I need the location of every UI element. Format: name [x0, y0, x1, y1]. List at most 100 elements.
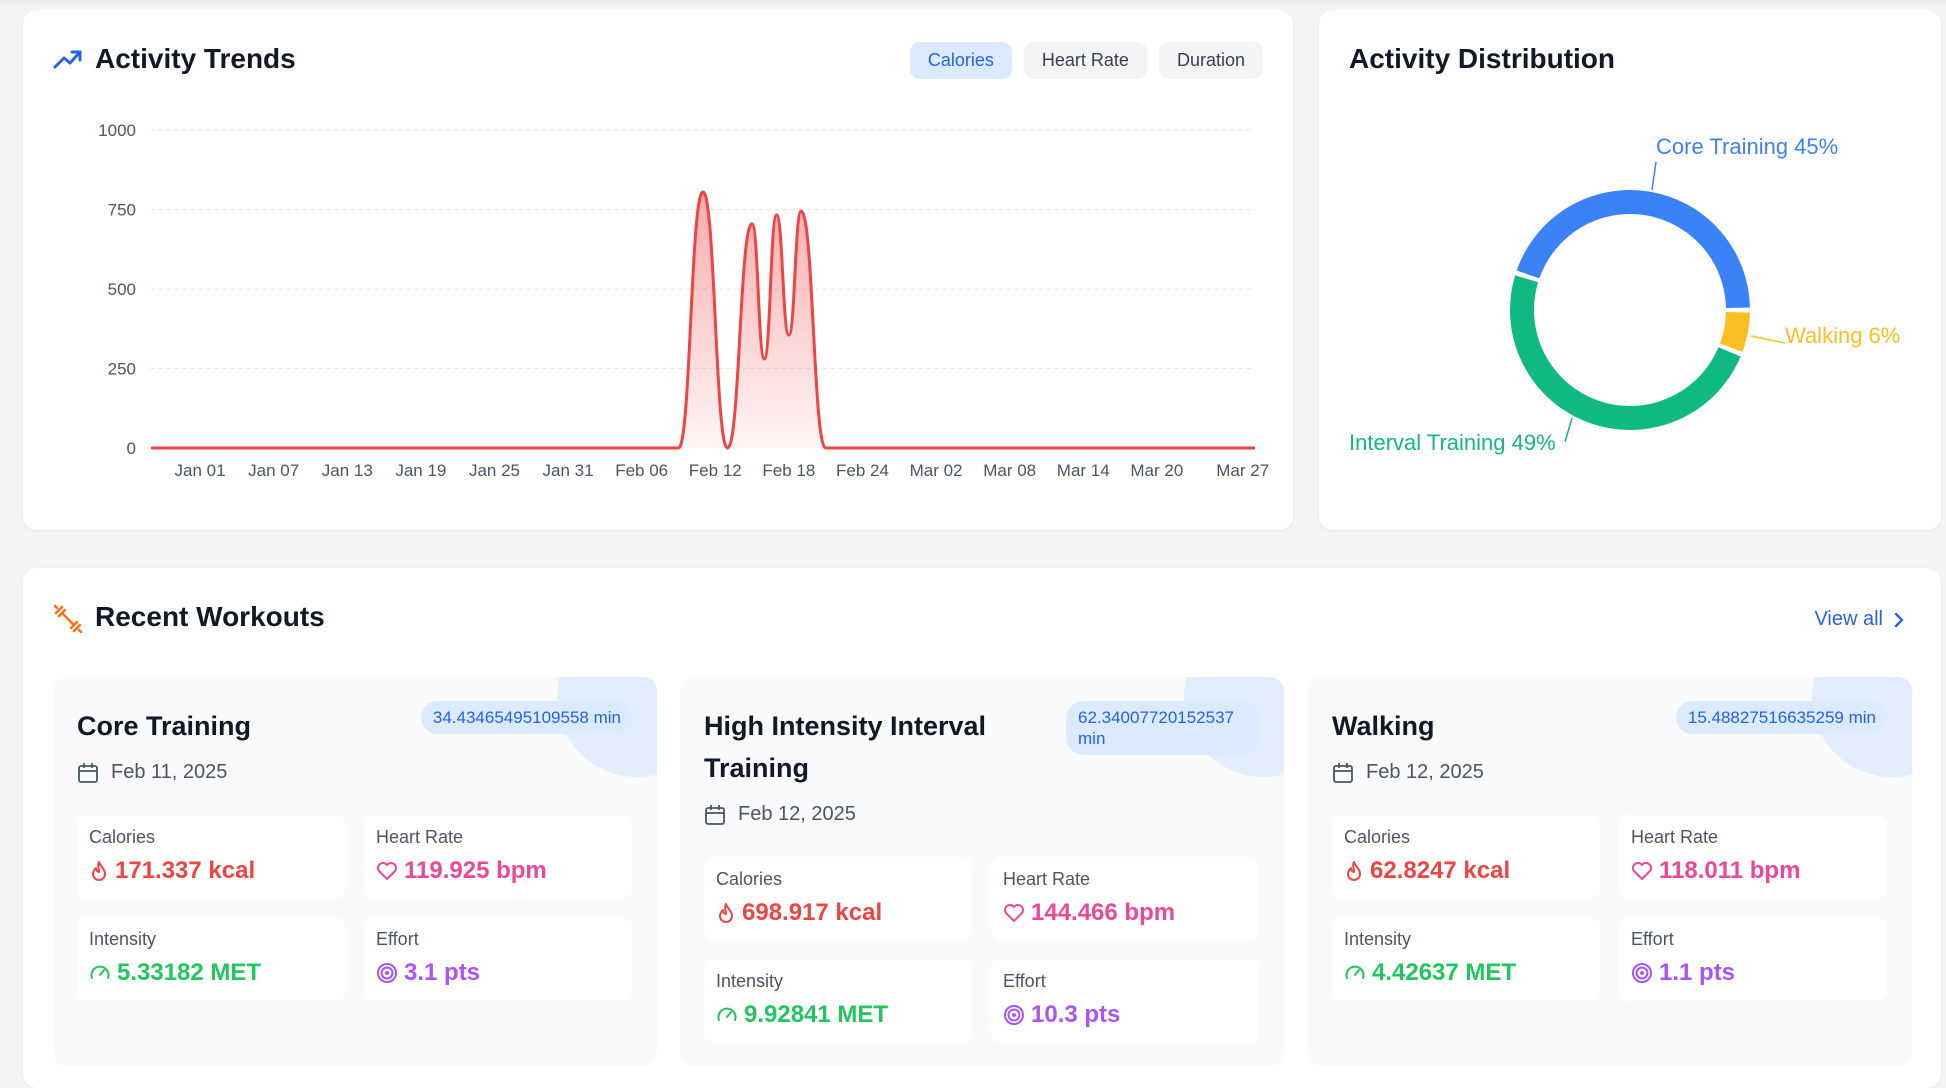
- label-leader-line: [1750, 335, 1786, 344]
- workout-date-text: Feb 12, 2025: [1366, 761, 1484, 783]
- calendar-icon: [1333, 762, 1353, 783]
- metric-label: Heart Rate: [376, 827, 464, 847]
- calendar-icon: [78, 762, 98, 783]
- workout-date-text: Feb 11, 2025: [111, 761, 228, 783]
- workouts-title: Recent Workouts: [95, 601, 325, 632]
- workout-card[interactable]: Core Training 34.43465495109558 min Feb …: [53, 677, 657, 1066]
- slice-label: Core Training 45%: [1656, 134, 1838, 159]
- metric-value: 1.1 pts: [1631, 959, 1735, 987]
- x-tick-label: Jan 01: [175, 461, 226, 480]
- y-tick-label: 0: [127, 439, 136, 458]
- heart-icon: [1004, 904, 1024, 922]
- calendar-icon: [705, 804, 725, 825]
- metric-label: Intensity: [1344, 929, 1412, 949]
- metric-label: Effort: [376, 929, 419, 949]
- duration-badge: 62.34007720152537 min: [1066, 701, 1260, 755]
- workout-card[interactable]: Walking 15.48827516635259 min Feb 12, 20…: [1308, 677, 1912, 1066]
- target-icon: [1632, 963, 1652, 983]
- metric-label: Effort: [1003, 971, 1046, 991]
- calories-value: 698.917 kcal: [742, 899, 883, 926]
- intensity-value: 5.33182 MET: [117, 959, 262, 986]
- duration-badge: 34.43465495109558 min: [420, 701, 633, 734]
- metric-value: 9.92841 MET: [716, 1001, 888, 1029]
- x-tick-label: Mar 20: [1130, 461, 1183, 480]
- metric-label: Calories: [716, 869, 783, 889]
- x-tick-label: Jan 25: [469, 461, 520, 480]
- y-tick-label: 500: [108, 280, 136, 299]
- view-all-link[interactable]: View all: [1814, 608, 1905, 631]
- activity-trends-chart: 0 250 500 750 1000 Jan 01 Jan 07 Jan 13 Jan 19 J…: [98, 121, 1269, 480]
- intensity-metric: Intensity 4.42637 MET: [1332, 917, 1600, 1001]
- workout-date-text: Feb 12, 2025: [738, 803, 856, 825]
- metric-value: 10.3 pts: [1003, 1001, 1120, 1029]
- flame-icon: [1347, 861, 1361, 881]
- metric-label: Intensity: [716, 971, 784, 991]
- slice-label: Walking 6%: [1785, 323, 1900, 348]
- donut-slice[interactable]: [1516, 190, 1750, 309]
- heart-rate-metric: Heart Rate 118.011 bpm: [1619, 815, 1887, 899]
- gauge-icon: [1345, 965, 1365, 979]
- activity-distribution-card: Activity Distribution Core Training 45% W…: [1319, 10, 1941, 530]
- effort-value: 1.1 pts: [1659, 959, 1736, 986]
- y-tick-label: 1000: [98, 121, 136, 140]
- x-tick-label: Feb 24: [836, 461, 889, 480]
- gauge-icon: [717, 1007, 737, 1021]
- target-icon: [377, 963, 397, 983]
- heart-icon: [377, 862, 397, 880]
- heart-rate-value: 144.466 bpm: [1031, 899, 1176, 926]
- flame-icon: [92, 861, 106, 881]
- heart-rate-metric: Heart Rate 144.466 bpm: [991, 857, 1259, 941]
- effort-value: 3.1 pts: [404, 959, 481, 986]
- heart-rate-metric: Heart Rate 119.925 bpm: [364, 815, 632, 899]
- workout-card[interactable]: High Intensity Interval Training 62.3400…: [680, 677, 1284, 1066]
- metric-value: 698.917 kcal: [716, 899, 882, 927]
- calories-metric: Calories 698.917 kcal: [704, 857, 972, 941]
- donut-slice[interactable]: [1719, 311, 1750, 352]
- target-icon: [1004, 1005, 1024, 1025]
- metric-value: 4.42637 MET: [1344, 959, 1516, 987]
- label-leader-line: [1651, 161, 1657, 191]
- workout-date: Feb 11, 2025: [77, 761, 227, 784]
- metric-value: 171.337 kcal: [89, 857, 255, 885]
- metric-label: Intensity: [89, 929, 157, 949]
- donut-slice[interactable]: [1510, 275, 1741, 430]
- x-tick-label: Mar 14: [1057, 461, 1110, 480]
- metric-value: 119.925 bpm: [376, 857, 547, 885]
- calories-value: 171.337 kcal: [115, 857, 256, 884]
- chevron-right-icon: [1894, 612, 1904, 627]
- recent-workouts-card: Recent Workouts View all Core Training 3…: [23, 568, 1941, 1088]
- workout-name: High Intensity Interval Training: [704, 711, 987, 783]
- metric-label: Heart Rate: [1631, 827, 1719, 847]
- metric-value: 5.33182 MET: [89, 959, 261, 987]
- x-tick-label: Mar 02: [910, 461, 963, 480]
- y-tick-label: 750: [108, 201, 136, 220]
- flame-icon: [719, 903, 733, 923]
- workout-name: Core Training: [77, 711, 252, 741]
- metric-value: 118.011 bpm: [1631, 857, 1800, 885]
- activity-distribution-chart: Core Training 45% Walking 6% Interval Trai…: [1349, 134, 1900, 455]
- metric-label: Effort: [1631, 929, 1674, 949]
- gauge-icon: [90, 965, 110, 979]
- calories-metric: Calories 171.337 kcal: [77, 815, 345, 899]
- x-tick-label: Mar 08: [983, 461, 1036, 480]
- workout-date: Feb 12, 2025: [704, 803, 856, 826]
- y-tick-label: 250: [108, 360, 136, 379]
- heart-rate-value: 119.925 bpm: [404, 857, 547, 884]
- x-tick-label: Jan 07: [248, 461, 299, 480]
- intensity-metric: Intensity 9.92841 MET: [704, 959, 972, 1043]
- x-tick-label: Jan 31: [543, 461, 594, 480]
- top-shadow: [0, 0, 1946, 6]
- intensity-value: 4.42637 MET: [1372, 959, 1517, 986]
- activity-trends-card: Activity Trends Calories Heart Rate Dura…: [23, 10, 1293, 530]
- workout-name: Walking: [1332, 711, 1435, 741]
- metric-value: 3.1 pts: [376, 959, 480, 987]
- heart-rate-value: 118.011 bpm: [1659, 857, 1801, 884]
- effort-metric: Effort 3.1 pts: [364, 917, 632, 1001]
- metric-label: Heart Rate: [1003, 869, 1091, 889]
- calories-area: [151, 192, 1255, 448]
- effort-metric: Effort 10.3 pts: [991, 959, 1259, 1043]
- x-tick-label: Mar 27: [1216, 461, 1269, 480]
- calories-metric: Calories 62.8247 kcal: [1332, 815, 1600, 899]
- heart-icon: [1632, 862, 1652, 880]
- intensity-value: 9.92841 MET: [744, 1001, 889, 1028]
